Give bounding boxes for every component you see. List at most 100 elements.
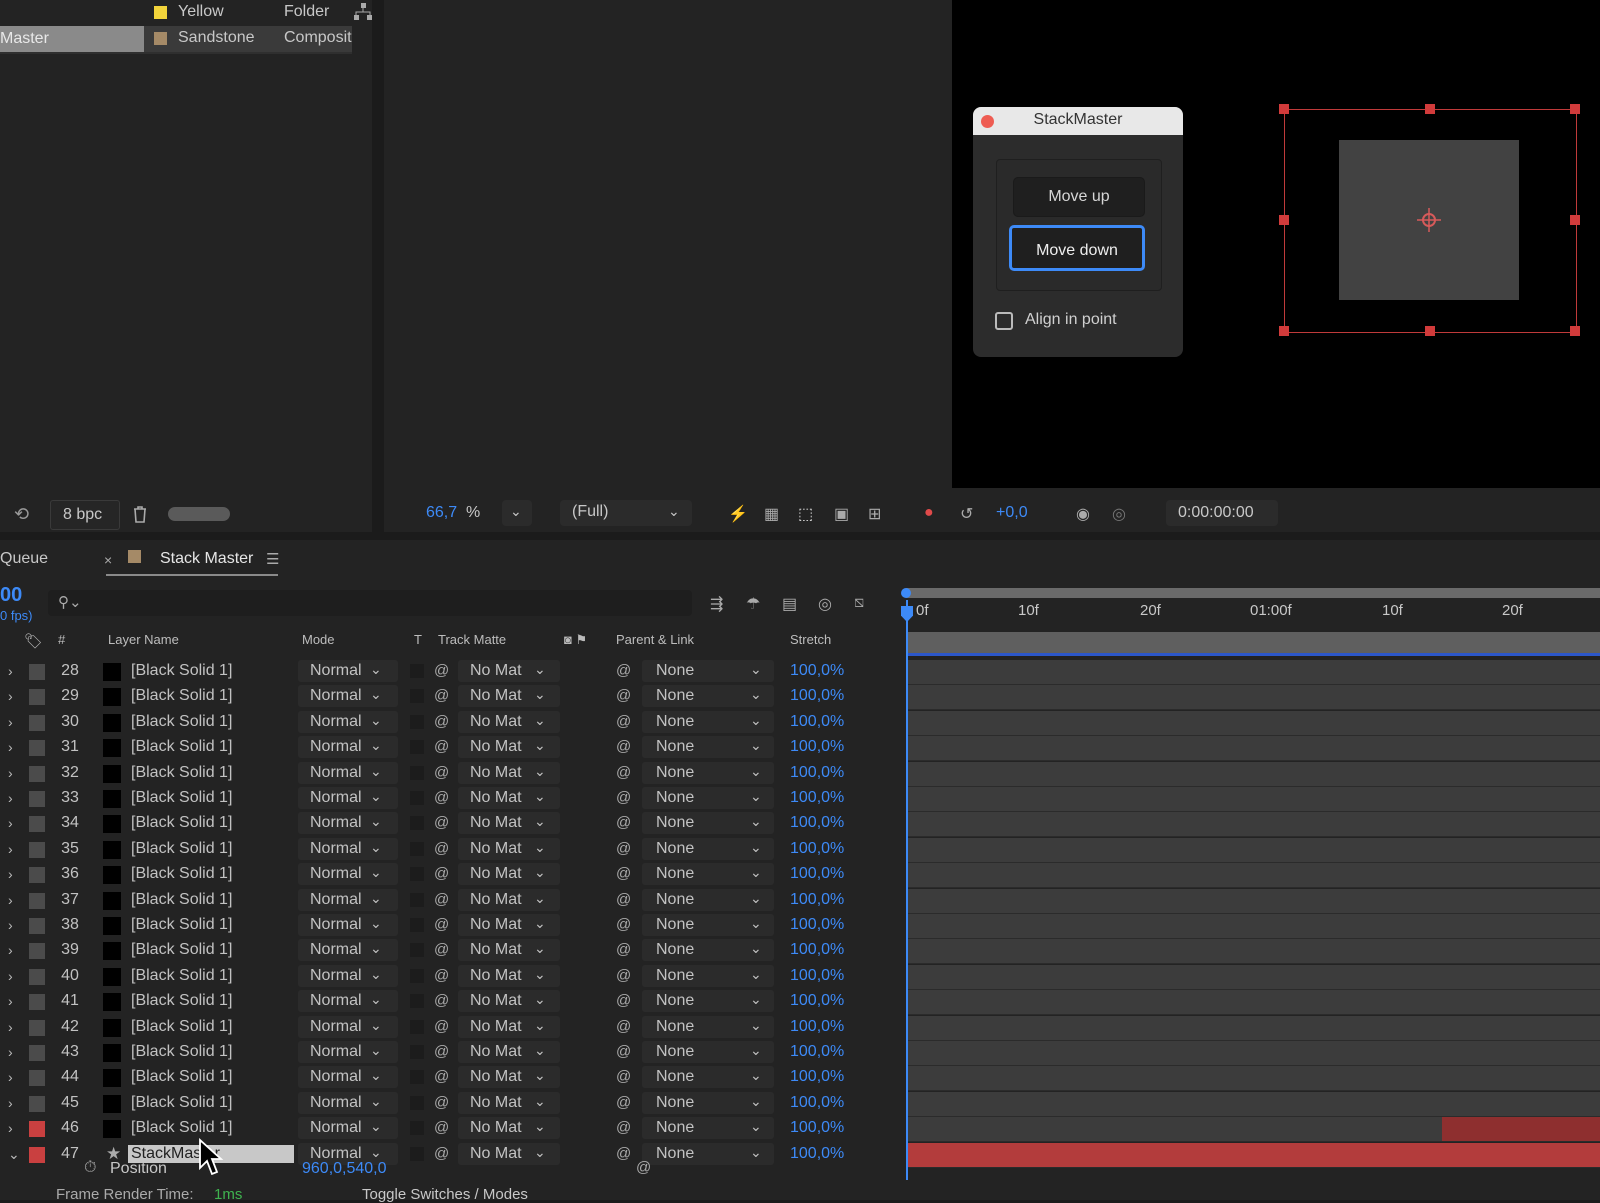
stretch-value[interactable]: 100,0%: [790, 992, 844, 1010]
stretch-value[interactable]: 100,0%: [790, 967, 844, 985]
layer-track[interactable]: [908, 736, 1600, 762]
project-item-folder[interactable]: Yellow Folder: [0, 0, 372, 26]
parent-pick-whip-icon[interactable]: @: [616, 1094, 631, 1111]
parent-pick-whip-icon[interactable]: @: [616, 967, 631, 984]
layer-track[interactable]: [908, 964, 1600, 990]
layer-row[interactable]: › 42 [Black Solid 1] Normal ⌄ @ No Mat ⌄ @ None ⌄ 1…: [0, 1015, 1600, 1041]
shy-icon[interactable]: ☂: [746, 594, 760, 614]
layer-track[interactable]: [908, 990, 1600, 1016]
fast-previews-icon[interactable]: ⚡: [728, 504, 748, 524]
current-time-display[interactable]: 00: [0, 584, 22, 607]
layer-row[interactable]: › 36 [Black Solid 1] Normal ⌄ @ No Mat ⌄ @ None ⌄ 1…: [0, 863, 1600, 889]
preserve-transparency-toggle[interactable]: [410, 892, 424, 907]
label-color-swatch[interactable]: [29, 689, 45, 706]
timecode-field[interactable]: 0:00:00:00: [1166, 500, 1278, 526]
layer-track[interactable]: [908, 685, 1600, 711]
column-header-mode[interactable]: Mode: [302, 632, 335, 647]
preserve-transparency-toggle[interactable]: [410, 740, 424, 755]
stopwatch-icon[interactable]: ⏱: [84, 1159, 96, 1177]
parent-dropdown[interactable]: None ⌄: [642, 964, 774, 987]
preserve-transparency-toggle[interactable]: [410, 867, 424, 882]
layer-track[interactable]: [908, 1015, 1600, 1041]
blend-mode-dropdown[interactable]: Normal ⌄: [298, 888, 398, 911]
frame-blending-icon[interactable]: ▤: [782, 594, 797, 614]
layer-row[interactable]: › 43 [Black Solid 1] Normal ⌄ @ No Mat ⌄ @ None ⌄ 1…: [0, 1041, 1600, 1066]
layer-track[interactable]: [908, 710, 1600, 736]
matte-pick-whip-icon[interactable]: @: [434, 713, 449, 730]
column-header-number[interactable]: #: [58, 632, 65, 647]
matte-pick-whip-icon[interactable]: @: [434, 967, 449, 984]
dialog-titlebar[interactable]: StackMaster: [973, 107, 1183, 135]
blend-mode-dropdown[interactable]: Normal ⌄: [298, 1041, 398, 1063]
preserve-transparency-toggle[interactable]: [410, 1070, 424, 1085]
track-matte-dropdown[interactable]: No Mat ⌄: [458, 837, 560, 860]
matte-pick-whip-icon[interactable]: @: [434, 662, 449, 679]
preserve-transparency-toggle[interactable]: [410, 918, 424, 932]
exposure-value[interactable]: +0,0: [996, 504, 1028, 522]
bpc-button[interactable]: 8 bpc: [50, 500, 120, 530]
blend-mode-dropdown[interactable]: Normal ⌄: [298, 863, 398, 886]
layer-track[interactable]: [908, 863, 1600, 889]
layer-row[interactable]: › 45 [Black Solid 1] Normal ⌄ @ No Mat ⌄ @ None ⌄ 1…: [0, 1091, 1600, 1117]
preserve-transparency-toggle[interactable]: [410, 816, 424, 831]
chevron-right-icon[interactable]: ›: [8, 993, 13, 1009]
parent-pick-whip-icon[interactable]: @: [616, 992, 631, 1009]
track-matte-dropdown[interactable]: No Mat ⌄: [458, 863, 560, 886]
stretch-value[interactable]: 100,0%: [790, 891, 844, 909]
preserve-transparency-toggle[interactable]: [410, 1095, 424, 1110]
layer-name[interactable]: [Black Solid 1]: [131, 1043, 232, 1061]
stretch-value[interactable]: 100,0%: [790, 916, 844, 934]
layer-name[interactable]: [Black Solid 1]: [131, 713, 232, 731]
chevron-right-icon[interactable]: ›: [8, 968, 13, 984]
matte-pick-whip-icon[interactable]: @: [434, 687, 449, 704]
zoom-value[interactable]: 66,7: [426, 504, 457, 522]
label-color-swatch[interactable]: [29, 1070, 45, 1087]
layer-name[interactable]: [Black Solid 1]: [131, 840, 232, 858]
matte-pick-whip-icon[interactable]: @: [434, 764, 449, 781]
matte-pick-whip-icon[interactable]: @: [434, 1043, 449, 1060]
layer-name[interactable]: [Black Solid 1]: [131, 992, 232, 1010]
label-color-swatch[interactable]: [29, 968, 45, 985]
move-down-button[interactable]: Move down: [1009, 225, 1145, 271]
trash-icon[interactable]: [132, 505, 148, 523]
layer-name[interactable]: [Black Solid 1]: [131, 687, 232, 705]
matte-pick-whip-icon[interactable]: @: [434, 1119, 449, 1136]
track-matte-dropdown[interactable]: No Mat ⌄: [458, 710, 560, 733]
track-matte-dropdown[interactable]: No Mat ⌄: [458, 888, 560, 911]
label-color-swatch[interactable]: [29, 841, 45, 858]
stretch-value[interactable]: 100,0%: [790, 687, 844, 705]
parent-pick-whip-icon[interactable]: @: [616, 1068, 631, 1085]
label-color-swatch[interactable]: [29, 994, 45, 1011]
preserve-transparency-toggle[interactable]: [410, 765, 424, 780]
stretch-value[interactable]: 100,0%: [790, 941, 844, 959]
layer-track[interactable]: [908, 660, 1600, 685]
label-color-swatch[interactable]: [29, 1019, 45, 1036]
chevron-right-icon[interactable]: ›: [8, 688, 13, 704]
parent-pick-whip-icon[interactable]: @: [616, 814, 631, 831]
track-matte-dropdown[interactable]: No Mat ⌄: [458, 1091, 560, 1114]
layer-row[interactable]: › 46 [Black Solid 1] Normal ⌄ @ No Mat ⌄ @ None ⌄ 1…: [0, 1117, 1600, 1143]
matte-pick-whip-icon[interactable]: @: [434, 916, 449, 933]
blend-mode-dropdown[interactable]: Normal ⌄: [298, 939, 398, 962]
project-item-comp[interactable]: Master Sandstone Composit: [0, 26, 352, 52]
layer-name[interactable]: [Black Solid 1]: [131, 738, 232, 756]
thumbnail-slider[interactable]: [168, 507, 230, 521]
matte-pick-whip-icon[interactable]: @: [434, 1018, 449, 1035]
layer-name[interactable]: [Black Solid 1]: [131, 814, 232, 832]
layer-search-input[interactable]: ⚲⌄: [48, 590, 692, 616]
preserve-transparency-toggle[interactable]: [410, 1019, 424, 1034]
resolution-dropdown[interactable]: (Full) ⌄: [560, 500, 692, 526]
layer-name[interactable]: [Black Solid 1]: [131, 891, 232, 909]
stretch-value[interactable]: 100,0%: [790, 865, 844, 883]
zoom-dropdown[interactable]: ⌄: [502, 500, 532, 526]
graph-editor-icon[interactable]: ⧅: [854, 594, 864, 612]
chevron-right-icon[interactable]: ›: [8, 841, 13, 857]
parent-pick-whip-icon[interactable]: @: [616, 1043, 631, 1060]
chevron-right-icon[interactable]: ›: [8, 765, 13, 781]
chevron-right-icon[interactable]: ›: [8, 1095, 13, 1111]
stretch-value[interactable]: 100,0%: [790, 738, 844, 756]
chevron-right-icon[interactable]: ›: [8, 1120, 13, 1136]
transform-handle[interactable]: [1279, 104, 1289, 114]
preserve-transparency-toggle[interactable]: [410, 994, 424, 1009]
parent-dropdown[interactable]: None ⌄: [642, 761, 774, 784]
